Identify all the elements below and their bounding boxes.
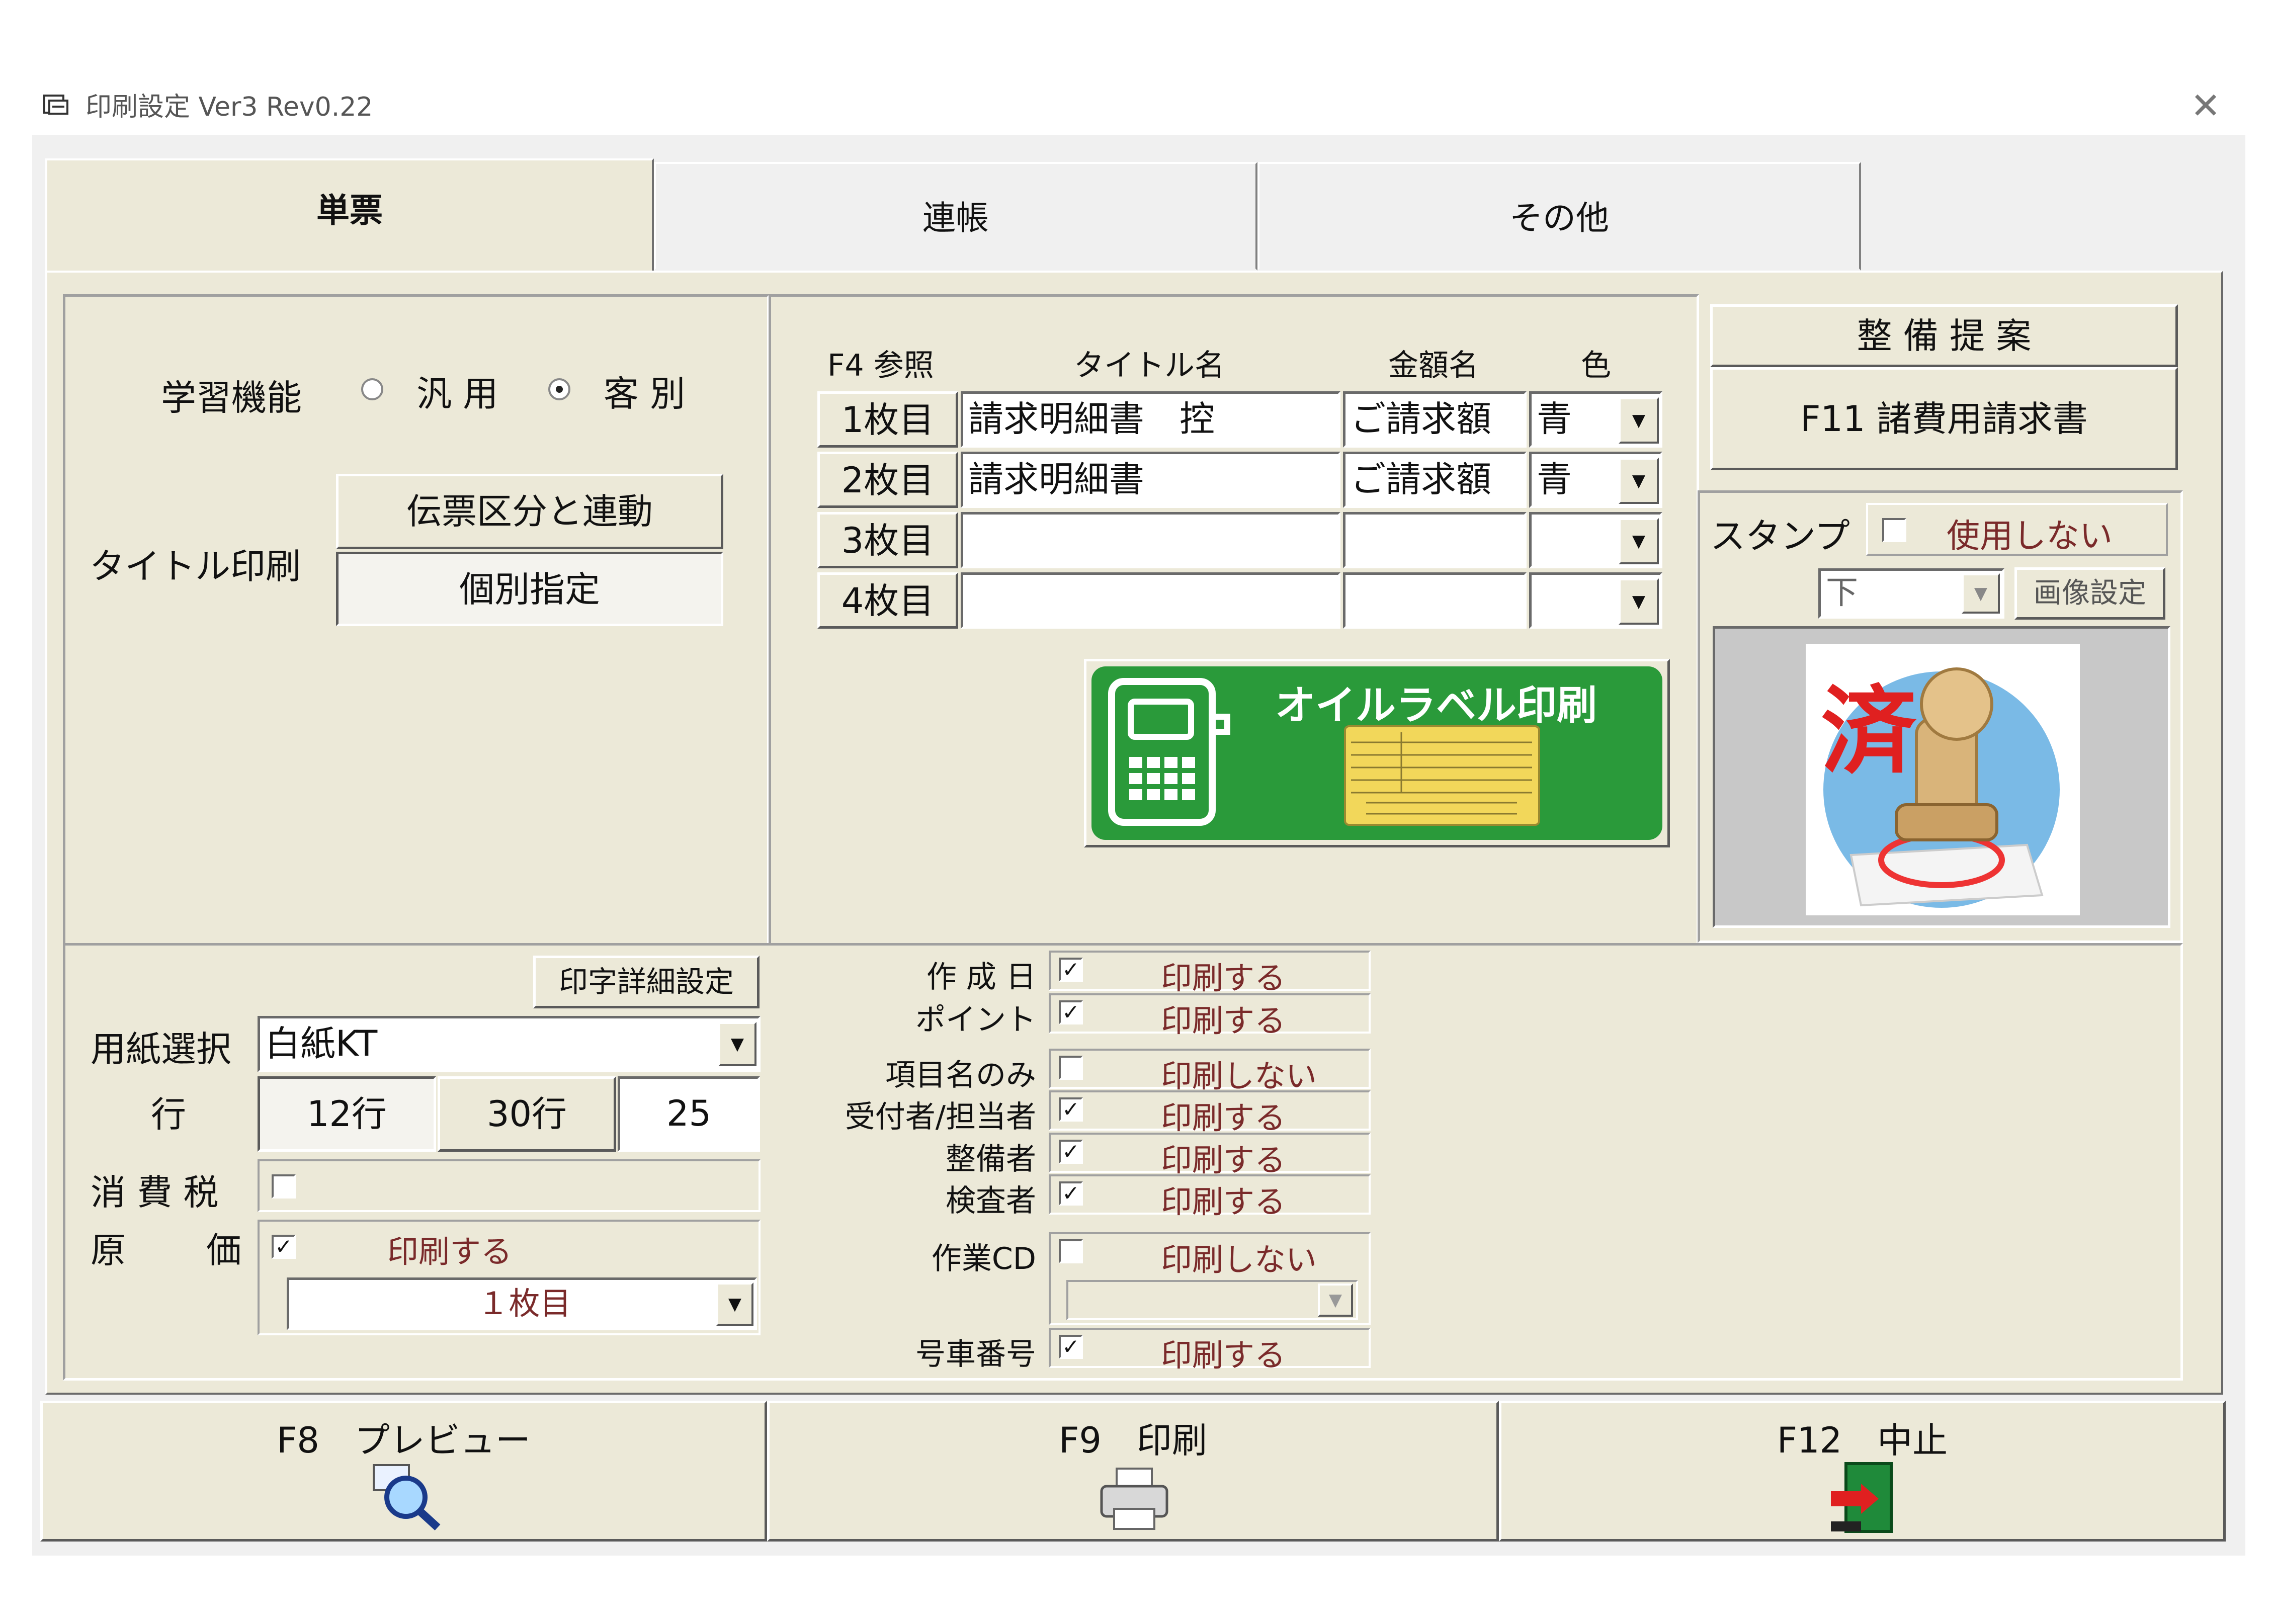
print-item-value: 印刷する	[1161, 1142, 1286, 1178]
oil-label-sticker-image	[1344, 725, 1540, 826]
sheet3-amount-input[interactable]	[1343, 512, 1527, 568]
sheet4-amount-input[interactable]	[1343, 572, 1527, 629]
stamp-use-checkbox[interactable]	[1882, 518, 1906, 542]
app-icon	[42, 92, 69, 117]
print-item-label: 作業CD	[931, 1241, 1036, 1276]
sheet1-amount-input[interactable]: ご請求額	[1343, 391, 1527, 448]
radio-customer-label: 客 別	[604, 373, 686, 414]
printer-icon	[1097, 1466, 1172, 1531]
image-settings-button[interactable]: 画像設定	[2014, 567, 2165, 620]
header-f4-ref: F4 参照	[827, 348, 934, 383]
paper-select[interactable]: 白紙KT	[258, 1016, 761, 1072]
sheet2-color-dropdown-icon[interactable]: ▼	[1619, 458, 1659, 504]
print-item-checkbox[interactable]: ✓	[1059, 1335, 1083, 1359]
oil-label-text: オイルラベル印刷	[1275, 682, 1597, 729]
paper-select-label: 用紙選択	[91, 1029, 231, 1070]
print-item-checkbox[interactable]: ✓	[1059, 958, 1083, 982]
window-title: 印刷設定 Ver3 Rev0.22	[86, 92, 373, 122]
tax-label: 消 費 税	[91, 1172, 219, 1213]
tab-single-sheet[interactable]: 単票	[45, 158, 654, 277]
sheet1-color-dropdown-icon[interactable]: ▼	[1619, 397, 1659, 444]
lines-label: 行	[151, 1094, 186, 1135]
tab-continuous[interactable]: 連帳	[654, 162, 1257, 271]
print-item-value: 印刷しない	[1161, 1058, 1317, 1094]
cost-label-2: 価	[206, 1230, 241, 1271]
f11-fees-invoice-button[interactable]: F11 諸費用請求書	[1710, 367, 2178, 470]
radio-general[interactable]	[361, 378, 383, 400]
print-item-label: 整備者	[946, 1142, 1036, 1177]
print-item-value: 印刷する	[1161, 1002, 1286, 1039]
exit-door-icon	[1826, 1461, 1896, 1534]
stamp-label: スタンプ	[1710, 516, 1850, 557]
lines-input[interactable]: 25	[618, 1076, 760, 1152]
stamp-use-value: 使用しない	[1947, 517, 2113, 555]
sheet3-color-dropdown-icon[interactable]: ▼	[1619, 518, 1659, 564]
title-print-label: タイトル印刷	[90, 546, 301, 587]
print-item-checkbox[interactable]: ✓	[1059, 1140, 1083, 1164]
header-color: 色	[1581, 348, 1611, 383]
print-item-label: 受付者/担当者	[845, 1099, 1036, 1135]
print-item-value: 印刷する	[1161, 1183, 1286, 1220]
calculator-icon	[1107, 676, 1237, 827]
print-item-label: 検査者	[946, 1183, 1036, 1219]
print-item-value: 印刷しない	[1161, 1241, 1317, 1278]
work-cd-select[interactable]	[1066, 1280, 1358, 1320]
header-amount-name: 金額名	[1388, 348, 1479, 383]
cancel-button-label: F12 中止	[1777, 1420, 1948, 1461]
print-item-label: ポイント	[915, 1002, 1036, 1038]
sheet4-button[interactable]: 4枚目	[817, 572, 958, 629]
sheet2-amount-input[interactable]: ご請求額	[1343, 452, 1527, 508]
sheet1-button[interactable]: 1枚目	[817, 391, 958, 448]
close-icon[interactable]: ✕	[2185, 86, 2226, 126]
link-slip-type-button[interactable]: 伝票区分と連動	[336, 474, 723, 549]
radio-general-label: 汎 用	[416, 373, 498, 414]
tax-checkbox[interactable]	[272, 1174, 296, 1199]
cost-checkbox[interactable]: ✓	[272, 1235, 296, 1259]
print-item-checkbox[interactable]: ✓	[1059, 1097, 1083, 1122]
sheet2-title-input[interactable]: 請求明細書	[961, 452, 1340, 508]
print-button-label: F9 印刷	[1059, 1420, 1207, 1461]
print-item-checkbox[interactable]	[1059, 1239, 1083, 1263]
cost-label-1: 原	[91, 1230, 126, 1271]
cost-sheet-dropdown-icon[interactable]: ▼	[716, 1283, 753, 1326]
preview-button-label: F8 プレビュー	[277, 1420, 531, 1461]
maintenance-proposal-button[interactable]: 整 備 提 案	[1710, 304, 2178, 367]
lines-30-button[interactable]: 30行	[438, 1076, 616, 1152]
sheet3-button[interactable]: 3枚目	[817, 512, 958, 568]
print-item-label: 作 成 日	[926, 960, 1036, 995]
cost-print-value: 印刷する	[387, 1233, 513, 1270]
print-detail-settings-button[interactable]: 印字詳細設定	[533, 956, 760, 1008]
cost-sheet-select[interactable]: １枚目	[287, 1277, 757, 1330]
paper-select-dropdown-icon[interactable]: ▼	[718, 1022, 756, 1066]
individual-spec-button[interactable]: 個別指定	[336, 552, 723, 626]
lines-12-button[interactable]: 12行	[258, 1076, 436, 1152]
header-title-name: タイトル名	[1074, 348, 1225, 383]
radio-customer[interactable]	[548, 378, 570, 400]
sheet3-title-input[interactable]	[961, 512, 1340, 568]
magnifier-icon	[370, 1461, 445, 1531]
sheet2-button[interactable]: 2枚目	[817, 452, 958, 508]
print-item-label: 項目名のみ	[885, 1058, 1036, 1093]
print-item-value: 印刷する	[1161, 1337, 1286, 1374]
print-item-label: 号車番号	[915, 1337, 1036, 1372]
print-item-checkbox[interactable]: ✓	[1059, 1000, 1083, 1024]
stamp-char: 済	[1821, 675, 1917, 787]
print-item-value: 印刷する	[1161, 960, 1286, 996]
print-item-value: 印刷する	[1161, 1099, 1286, 1136]
tab-other[interactable]: その他	[1257, 162, 1861, 271]
sheet4-title-input[interactable]	[961, 572, 1340, 629]
sheet4-color-dropdown-icon[interactable]: ▼	[1619, 578, 1659, 625]
learning-label: 学習機能	[161, 377, 302, 418]
print-item-checkbox[interactable]	[1059, 1056, 1083, 1080]
work-cd-dropdown-icon[interactable]: ▼	[1318, 1284, 1353, 1317]
print-item-checkbox[interactable]: ✓	[1059, 1181, 1083, 1206]
tax-box	[258, 1159, 761, 1212]
stamp-position-dropdown-icon[interactable]: ▼	[1962, 573, 2000, 614]
sheet1-title-input[interactable]: 請求明細書 控	[961, 391, 1340, 448]
